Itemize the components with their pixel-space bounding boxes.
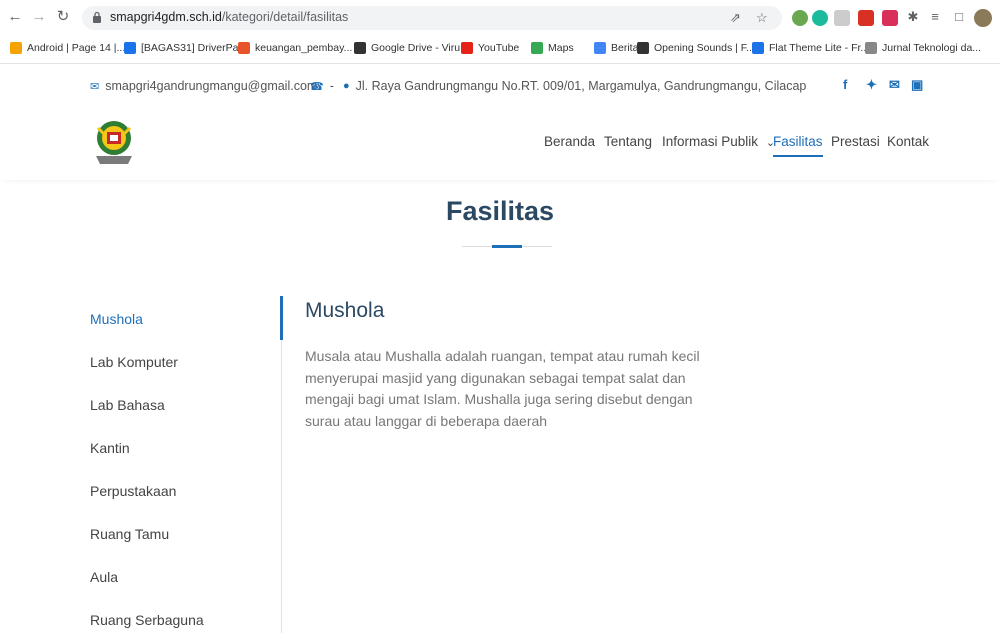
contact-email[interactable]: ✉ smapgri4gandrungmangu@gmail.com bbox=[90, 79, 317, 93]
address-bar[interactable]: smapgri4gdm.sch.id/kategori/detail/fasil… bbox=[82, 6, 782, 30]
journal-icon bbox=[865, 42, 877, 54]
top-contact-bar: ✉ smapgri4gandrungmangu@gmail.com ☎ - ● … bbox=[0, 65, 1000, 109]
extension-icon[interactable] bbox=[834, 10, 850, 26]
reload-icon[interactable]: ↻ bbox=[54, 8, 72, 26]
browser-chrome: ← → ↻ smapgri4gdm.sch.id/kategori/detail… bbox=[0, 0, 1000, 64]
sidebar-active-indicator bbox=[280, 296, 283, 340]
nav-beranda[interactable]: Beranda bbox=[544, 134, 595, 149]
document-icon bbox=[124, 42, 136, 54]
youtube-icon bbox=[461, 42, 473, 54]
map-pin-icon: ● bbox=[343, 80, 350, 92]
bookmark-label: Opening Sounds | F... bbox=[654, 42, 755, 54]
site-header: Beranda Tentang Informasi Publik ⌄ Fasil… bbox=[0, 110, 1000, 180]
phone-text: - bbox=[329, 79, 334, 93]
bookmark-item[interactable]: keuangan_pembay... bbox=[238, 39, 352, 57]
bookmark-item[interactable]: Berita bbox=[594, 39, 638, 57]
sound-icon bbox=[637, 42, 649, 54]
sidebar-item-lab-komputer[interactable]: Lab Komputer bbox=[90, 354, 178, 370]
bookmark-item[interactable]: Flat Theme Lite - Fr... bbox=[752, 39, 869, 57]
sidepanel-icon[interactable]: □ bbox=[950, 8, 968, 26]
instagram-icon[interactable]: ▣ bbox=[911, 77, 923, 93]
news-icon bbox=[594, 42, 606, 54]
sidebar-divider bbox=[281, 296, 282, 633]
envelope-icon: ✉ bbox=[90, 80, 100, 93]
sidebar-item-kantin[interactable]: Kantin bbox=[90, 440, 130, 456]
facebook-icon[interactable]: f bbox=[843, 77, 847, 92]
reading-list-icon[interactable]: ≡ bbox=[926, 8, 944, 26]
maps-icon bbox=[531, 42, 543, 54]
nav-informasi-publik[interactable]: Informasi Publik ⌄ bbox=[662, 134, 775, 149]
sidebar-item-lab-bahasa[interactable]: Lab Bahasa bbox=[90, 397, 165, 413]
email-text: smapgri4gandrungmangu@gmail.com bbox=[105, 79, 318, 93]
bookmark-item[interactable]: Android | Page 14 |... bbox=[10, 39, 125, 57]
sidebar-item-ruang-tamu[interactable]: Ruang Tamu bbox=[90, 526, 169, 542]
twitter-icon[interactable]: ✦ bbox=[866, 77, 877, 93]
share-icon[interactable]: ⇗ bbox=[730, 10, 741, 26]
profile-avatar[interactable] bbox=[974, 9, 992, 27]
url-domain: smapgri4gdm.sch.id bbox=[110, 10, 222, 24]
bookmark-label: YouTube bbox=[478, 42, 520, 54]
contact-phone[interactable]: ☎ - bbox=[310, 79, 334, 93]
bookmark-star-icon[interactable]: ☆ bbox=[756, 10, 768, 26]
nav-informasi-publik-label: Informasi Publik bbox=[662, 134, 759, 149]
bookmark-label: Android | Page 14 |... bbox=[27, 42, 126, 54]
email-icon[interactable]: ✉ bbox=[889, 77, 900, 93]
url-text: smapgri4gdm.sch.id/kategori/detail/fasil… bbox=[110, 10, 348, 24]
extensions-puzzle-icon[interactable]: ✱ bbox=[904, 8, 922, 26]
bookmark-label: keuangan_pembay... bbox=[255, 42, 353, 54]
android-icon bbox=[10, 42, 22, 54]
bookmark-item[interactable]: Opening Sounds | F... bbox=[637, 39, 755, 57]
content-title: Mushola bbox=[305, 299, 385, 322]
globe-icon bbox=[354, 42, 366, 54]
nav-fasilitas[interactable]: Fasilitas bbox=[773, 134, 823, 157]
back-arrow-icon[interactable]: ← bbox=[6, 8, 24, 26]
nav-prestasi[interactable]: Prestasi bbox=[831, 134, 880, 149]
bookmark-label: Berita bbox=[611, 42, 639, 54]
nav-tentang[interactable]: Tentang bbox=[604, 134, 652, 149]
bookmark-item[interactable]: Maps bbox=[531, 39, 574, 57]
title-divider-accent bbox=[492, 245, 522, 248]
bookmark-label: Jurnal Teknologi da... bbox=[882, 42, 982, 54]
url-path: /kategori/detail/fasilitas bbox=[221, 10, 349, 24]
school-logo[interactable] bbox=[88, 116, 140, 168]
extension-icon[interactable] bbox=[882, 10, 898, 26]
sidebar-item-mushola[interactable]: Mushola bbox=[90, 311, 143, 327]
bookmark-label: [BAGAS31] DriverPa... bbox=[141, 42, 248, 54]
forward-arrow-icon[interactable]: → bbox=[30, 8, 48, 26]
contact-address: ● Jl. Raya Gandrungmangu No.RT. 009/01, … bbox=[343, 79, 806, 93]
extension-icon[interactable] bbox=[812, 10, 828, 26]
page-title: Fasilitas bbox=[445, 196, 555, 226]
nav-kontak[interactable]: Kontak bbox=[887, 134, 929, 149]
bookmark-label: Maps bbox=[548, 42, 574, 54]
bookmark-label: Flat Theme Lite - Fr... bbox=[769, 42, 870, 54]
lock-icon bbox=[93, 11, 101, 23]
bookmark-item[interactable]: Google Drive - Viru... bbox=[354, 39, 469, 57]
bookmarks-bar: Android | Page 14 |... [BAGAS31] DriverPa… bbox=[0, 36, 1000, 60]
bookmark-item[interactable]: YouTube bbox=[461, 39, 519, 57]
browser-toolbar: ← → ↻ smapgri4gdm.sch.id/kategori/detail… bbox=[0, 4, 1000, 32]
address-text: Jl. Raya Gandrungmangu No.RT. 009/01, Ma… bbox=[355, 79, 807, 93]
flat-theme-icon bbox=[752, 42, 764, 54]
sidebar-item-perpustakaan[interactable]: Perpustakaan bbox=[90, 483, 176, 499]
sidebar-item-aula[interactable]: Aula bbox=[90, 569, 118, 585]
extension-icon[interactable] bbox=[858, 10, 874, 26]
bookmark-item[interactable]: [BAGAS31] DriverPa... bbox=[124, 39, 247, 57]
bookmark-label: Google Drive - Viru... bbox=[371, 42, 469, 54]
phone-icon: ☎ bbox=[310, 80, 324, 93]
content-body: Musala atau Mushalla adalah ruangan, tem… bbox=[305, 348, 700, 429]
bookmark-item[interactable]: Jurnal Teknologi da... bbox=[865, 39, 981, 57]
sidebar-item-ruang-serbaguna[interactable]: Ruang Serbaguna bbox=[90, 612, 204, 628]
cp-icon bbox=[238, 42, 250, 54]
extension-icon[interactable] bbox=[792, 10, 808, 26]
